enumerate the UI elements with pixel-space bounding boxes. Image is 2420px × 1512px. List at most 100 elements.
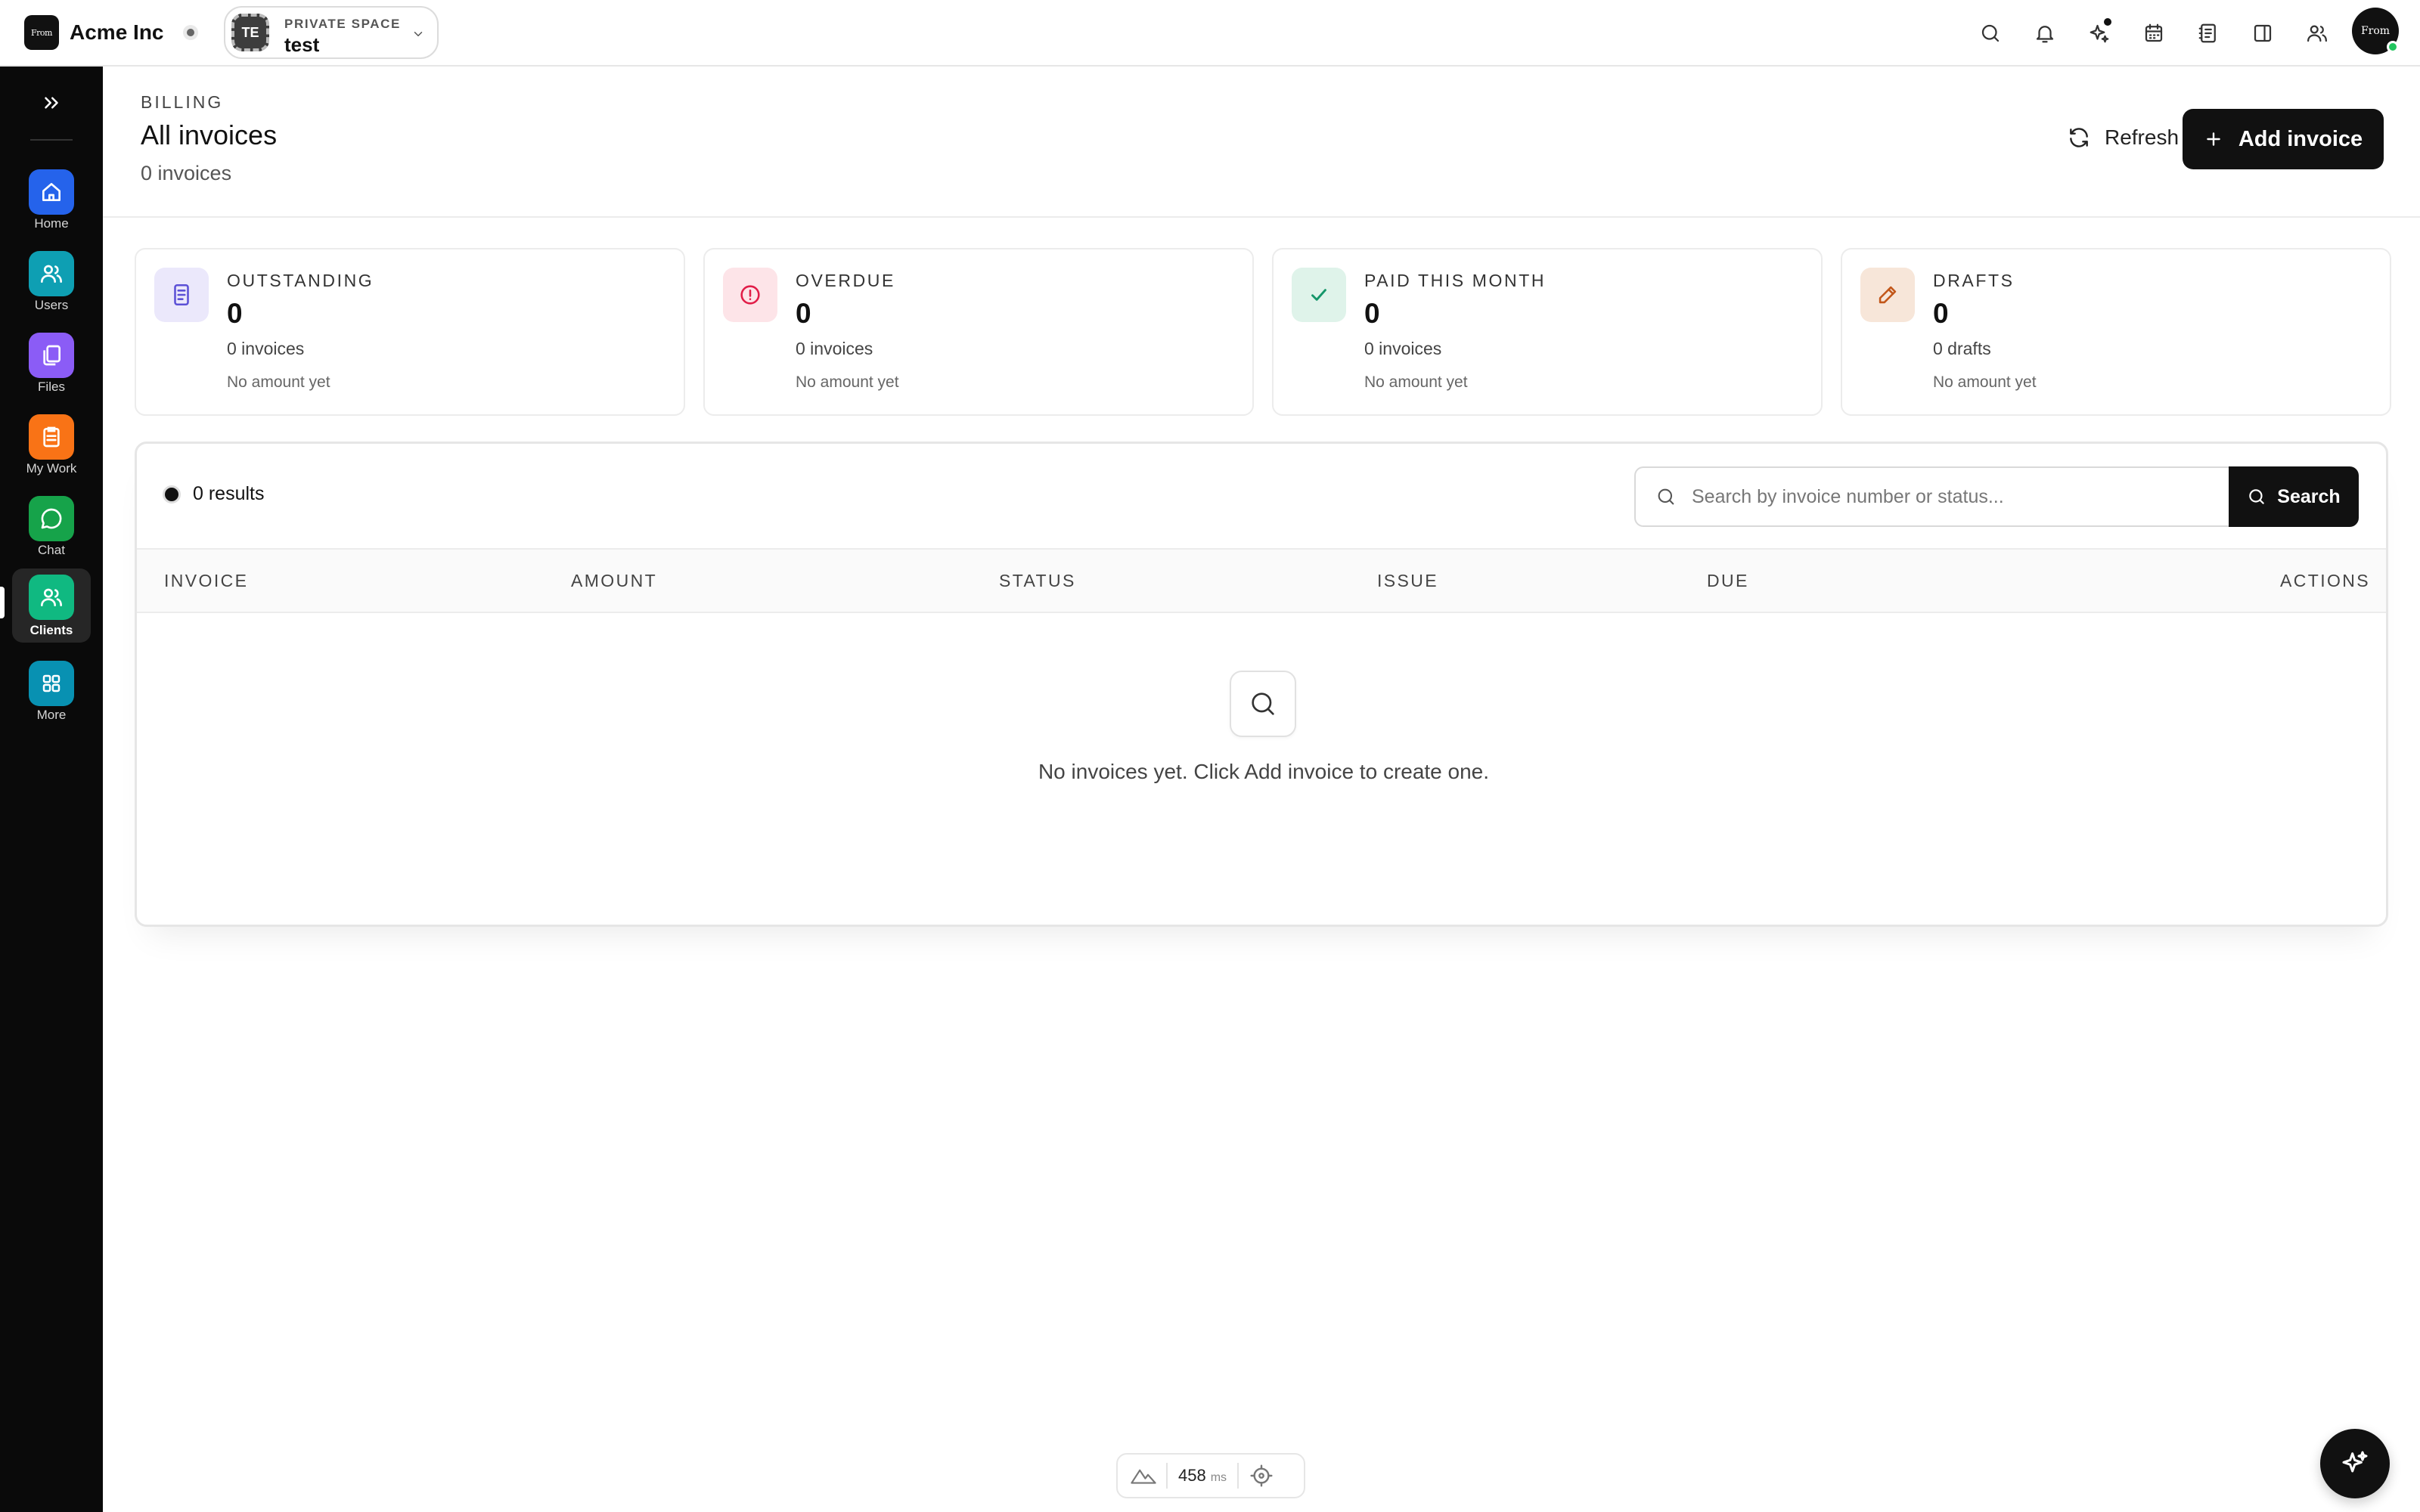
sidebar-divider xyxy=(30,139,73,141)
pencil-icon xyxy=(1860,268,1915,322)
space-avatar: TE xyxy=(231,14,269,51)
stat-note: No amount yet xyxy=(1364,373,1468,391)
page-kicker: BILLING xyxy=(141,92,224,112)
clients-icon xyxy=(29,575,74,620)
page-title: All invoices xyxy=(141,119,278,150)
sparkle-icon xyxy=(2340,1448,2370,1479)
sidebar-item-users[interactable]: Users xyxy=(0,243,103,319)
stat-count: 0 invoices xyxy=(796,339,873,358)
stat-card-outstanding: OUTSTANDING 0 0 invoices No amount yet xyxy=(135,248,685,416)
sidebar-item-files[interactable]: Files xyxy=(0,325,103,401)
sidebar-item-clients[interactable]: Clients xyxy=(0,569,103,644)
files-icon xyxy=(29,333,74,378)
org-logo[interactable]: From xyxy=(24,15,59,50)
perf-separator xyxy=(1237,1463,1239,1489)
stat-label: OUTSTANDING xyxy=(227,271,374,290)
column-header-amount[interactable]: AMOUNT xyxy=(571,571,657,591)
performance-indicator: 458 ms xyxy=(1116,1453,1305,1498)
sparkle-icon[interactable] xyxy=(2086,18,2113,47)
crosshair-icon[interactable] xyxy=(1249,1464,1274,1488)
stat-value: 0 xyxy=(1933,298,1949,329)
user-avatar-logo: From xyxy=(2360,25,2391,37)
invoices-table: 0 results Search INVOICE AMOUNT STATUS I… xyxy=(135,442,2388,927)
search-input[interactable] xyxy=(1692,485,2191,508)
stat-count: 0 invoices xyxy=(1364,339,1442,358)
chat-icon xyxy=(29,496,74,541)
space-name: test xyxy=(284,33,320,56)
top-bar: From Acme Inc TE PRIVATE SPACE test From xyxy=(0,0,2420,67)
stat-value: 0 xyxy=(1364,298,1380,329)
column-header-actions: ACTIONS xyxy=(2280,571,2371,590)
sidebar-item-chat[interactable]: Chat xyxy=(0,488,103,564)
sidebar-item-label: Users xyxy=(34,298,69,312)
column-header-status[interactable]: STATUS xyxy=(999,571,1076,591)
status-indicator xyxy=(183,25,198,40)
online-indicator xyxy=(2387,41,2399,53)
sidebar-item-home[interactable]: Home xyxy=(0,162,103,237)
sidebar-item-my-work[interactable]: My Work xyxy=(0,407,103,482)
stat-count: 0 invoices xyxy=(227,339,305,358)
document-icon xyxy=(154,268,209,322)
space-kicker: PRIVATE SPACE xyxy=(284,17,401,31)
stat-card-paid-this-month: PAID THIS MONTH 0 0 invoices No amount y… xyxy=(1272,248,1823,416)
sidebar-item-label: More xyxy=(36,708,67,722)
refresh-label: Refresh xyxy=(2104,125,2180,149)
sidebar: Home Users Files My Work Chat Clients Mo… xyxy=(0,67,103,1512)
stat-note: No amount yet xyxy=(227,373,330,391)
refresh-button[interactable]: Refresh xyxy=(2039,107,2207,168)
expand-sidebar-button[interactable] xyxy=(36,88,67,118)
grid-icon xyxy=(29,661,74,706)
add-invoice-button[interactable]: Add invoice xyxy=(2183,109,2384,169)
search-icon xyxy=(1655,486,1677,507)
bell-icon[interactable] xyxy=(2031,20,2059,47)
stat-count: 0 drafts xyxy=(1933,339,1991,358)
chevron-down-icon xyxy=(411,27,425,41)
perf-readout: 458 ms xyxy=(1178,1466,1227,1486)
perf-separator xyxy=(1166,1463,1168,1489)
search-icon[interactable] xyxy=(1977,20,2004,47)
stat-note: No amount yet xyxy=(1933,373,2037,391)
column-header-invoice[interactable]: INVOICE xyxy=(164,571,248,591)
sidebar-item-label: Chat xyxy=(38,543,65,557)
results-count: 0 results xyxy=(163,483,264,505)
column-header-issue[interactable]: ISSUE xyxy=(1377,571,1438,591)
ai-assistant-button[interactable] xyxy=(2320,1429,2390,1498)
active-indicator xyxy=(0,587,5,618)
mountain-icon xyxy=(1130,1465,1157,1486)
results-dot xyxy=(163,485,181,503)
people-icon[interactable] xyxy=(2304,20,2331,47)
stats-row: OUTSTANDING 0 0 invoices No amount yet O… xyxy=(135,248,2391,416)
perf-unit: ms xyxy=(1210,1471,1227,1484)
home-icon xyxy=(29,169,74,215)
empty-state-search-icon xyxy=(1230,671,1296,737)
space-switcher[interactable]: TE PRIVATE SPACE test xyxy=(224,6,439,59)
stat-value: 0 xyxy=(796,298,811,329)
notes-icon[interactable] xyxy=(2195,20,2222,47)
stat-label: OVERDUE xyxy=(796,271,895,290)
stat-card-drafts: DRAFTS 0 0 drafts No amount yet xyxy=(1841,248,2391,416)
stat-note: No amount yet xyxy=(796,373,899,391)
perf-value: 458 xyxy=(1178,1466,1206,1485)
table-header: INVOICE AMOUNT STATUS ISSUE DUE ACTIONS xyxy=(137,548,2386,613)
search-button-label: Search xyxy=(2277,485,2341,507)
refresh-icon xyxy=(2067,125,2091,150)
page-subtitle: 0 invoices xyxy=(141,162,232,184)
page-header: BILLING All invoices 0 invoices Refresh … xyxy=(103,67,2420,218)
main-content: BILLING All invoices 0 invoices Refresh … xyxy=(103,67,2420,1512)
sidebar-item-label: My Work xyxy=(26,461,77,476)
sidebar-item-more[interactable]: More xyxy=(0,653,103,729)
search-icon xyxy=(2247,487,2266,507)
user-avatar[interactable]: From xyxy=(2352,8,2399,54)
search-button[interactable]: Search xyxy=(2229,466,2359,527)
users-icon xyxy=(29,251,74,296)
sidebar-item-label: Clients xyxy=(29,623,73,637)
panel-icon[interactable] xyxy=(2249,20,2276,47)
add-invoice-label: Add invoice xyxy=(2238,126,2363,151)
stat-label: DRAFTS xyxy=(1933,271,2015,290)
stat-label: PAID THIS MONTH xyxy=(1364,271,1547,290)
calendar-icon[interactable] xyxy=(2140,20,2167,47)
org-name[interactable]: Acme Inc xyxy=(70,20,164,45)
column-header-due[interactable]: DUE xyxy=(1707,571,1749,591)
check-icon xyxy=(1292,268,1346,322)
search-field[interactable] xyxy=(1634,466,2229,527)
